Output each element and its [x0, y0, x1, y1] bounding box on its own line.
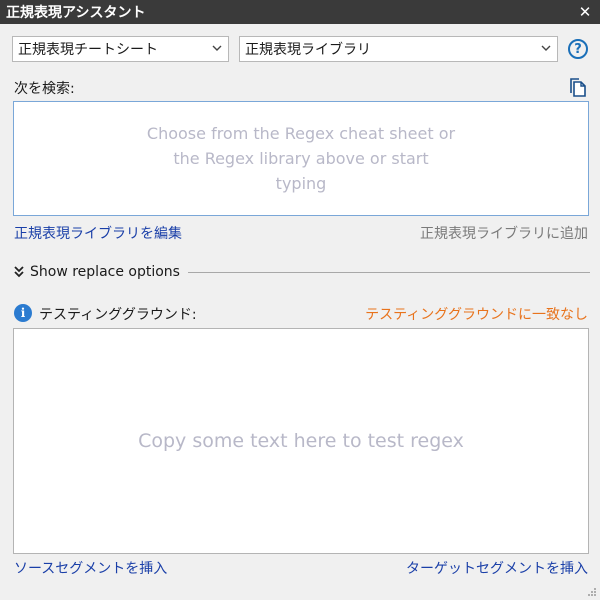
library-dropdown[interactable]: 正規表現ライブラリ [239, 36, 558, 62]
find-input-placeholder: Choose from the Regex cheat sheet or the… [146, 124, 456, 193]
find-input[interactable]: Choose from the Regex cheat sheet or the… [13, 101, 589, 216]
edit-library-link[interactable]: 正規表現ライブラリを編集 [14, 223, 182, 243]
replace-options-toggle[interactable]: Show replace options [13, 262, 590, 282]
testing-status: テスティンググラウンドに一致なし [365, 307, 588, 323]
help-icon[interactable]: ? [568, 39, 588, 59]
divider [187, 271, 590, 273]
add-to-library-link[interactable]: 正規表現ライブラリに追加 [420, 223, 588, 243]
replace-options-label[interactable]: Show replace options [30, 264, 180, 280]
insert-target-link[interactable]: ターゲットセグメントを挿入 [406, 558, 588, 578]
testing-ground-placeholder: Copy some text here to test regex [138, 430, 464, 452]
chevron-down-icon [212, 45, 222, 51]
cheat-sheet-dropdown[interactable]: 正規表現チートシート [12, 36, 229, 62]
info-icon: i [14, 304, 32, 322]
library-dropdown-value: 正規表現ライブラリ [245, 42, 371, 58]
resize-grip-icon[interactable] [587, 587, 597, 597]
chevron-down-icon [541, 45, 551, 51]
copy-icon[interactable] [569, 78, 587, 98]
double-chevron-down-icon [14, 266, 24, 278]
title-bar: 正規表現アシスタント ✕ [0, 0, 600, 24]
cheat-sheet-dropdown-value: 正規表現チートシート [18, 42, 158, 58]
testing-ground-label: テスティンググラウンド: [39, 307, 197, 323]
insert-source-link[interactable]: ソースセグメントを挿入 [14, 558, 167, 578]
close-icon[interactable]: ✕ [576, 3, 594, 21]
testing-ground-input[interactable]: Copy some text here to test regex [13, 328, 589, 554]
window-title: 正規表現アシスタント [6, 5, 146, 21]
find-label: 次を検索: [14, 81, 75, 97]
